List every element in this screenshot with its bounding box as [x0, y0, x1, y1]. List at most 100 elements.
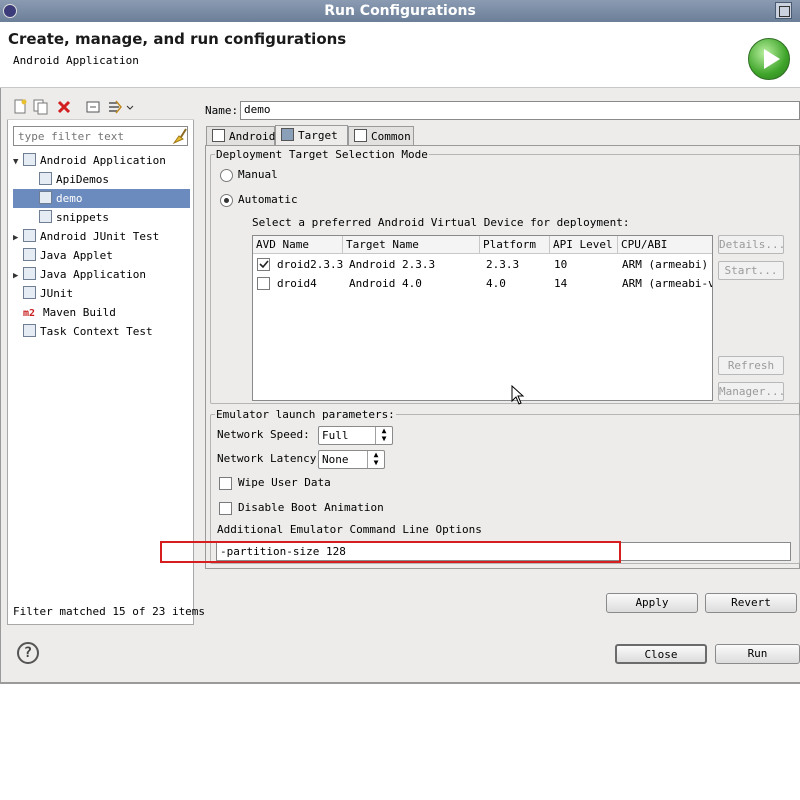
- common-tab-icon: [354, 129, 367, 142]
- tree-item-label: demo: [56, 192, 83, 205]
- filter-status: Filter matched 15 of 23 items: [13, 605, 206, 618]
- maven-icon: m2: [23, 308, 36, 319]
- details-button[interactable]: Details...: [718, 235, 785, 254]
- wipe-user-data-label: Wipe User Data: [238, 476, 331, 489]
- tree-item-label: Java Application: [40, 268, 146, 281]
- tree-item[interactable]: ▼ Android Application: [13, 151, 190, 170]
- disable-boot-animation-label: Disable Boot Animation: [238, 501, 384, 514]
- table-row[interactable]: droid4 Android 4.0 4.0 14 ARM (armeabi-v…: [253, 274, 713, 293]
- manager-button[interactable]: Manager...: [718, 382, 785, 401]
- android-tab-icon: [212, 129, 225, 142]
- revert-button[interactable]: Revert: [705, 593, 797, 613]
- help-icon[interactable]: ?: [17, 642, 39, 664]
- configuration-tree: ▼ Android Application ApiDemos demo snippets…: [13, 151, 190, 341]
- avd-checkbox[interactable]: [257, 258, 270, 271]
- manual-radio[interactable]: [220, 169, 233, 182]
- task-context-icon: [23, 324, 36, 337]
- tree-item[interactable]: JUnit: [13, 284, 190, 303]
- wipe-user-data-checkbox[interactable]: [219, 477, 232, 490]
- target-tab-icon: [281, 128, 294, 141]
- window-title: Run Configurations: [324, 3, 476, 19]
- name-label: Name:: [205, 104, 239, 117]
- tree-item[interactable]: demo: [13, 189, 190, 208]
- delete-icon[interactable]: [56, 99, 74, 117]
- avd-table: AVD Name Target Name Platform API Level …: [252, 235, 713, 401]
- network-latency-label: Network Latency:: [217, 452, 323, 465]
- col-avd-name[interactable]: AVD Name: [253, 236, 343, 254]
- avd-platform: 4.0: [486, 277, 506, 290]
- disable-boot-animation-checkbox[interactable]: [219, 502, 232, 515]
- avd-cpu: ARM (armeabi-v7: [622, 277, 713, 290]
- tree-item-label: Android JUnit Test: [40, 230, 160, 243]
- collapse-all-icon[interactable]: [85, 99, 103, 117]
- dialog-banner: Create, manage, and run configurations A…: [0, 22, 800, 88]
- filter-menu-icon[interactable]: [107, 99, 135, 117]
- chevron-updown-icon: ▲ ▼: [375, 427, 392, 444]
- mouse-cursor-icon: [511, 384, 525, 405]
- tab-android[interactable]: Android: [206, 126, 275, 145]
- name-input[interactable]: demo: [240, 101, 800, 120]
- tree-item[interactable]: m2 Maven Build: [13, 303, 190, 322]
- junit-icon: [23, 286, 36, 299]
- avd-target: Android 2.3.3: [349, 258, 436, 271]
- cmdline-options-label: Additional Emulator Command Line Options: [217, 523, 482, 536]
- android-config-icon: [39, 210, 52, 223]
- android-app-icon: [23, 153, 36, 166]
- avd-api: 14: [554, 277, 568, 290]
- left-toolbar: [7, 96, 194, 120]
- banner-title: Create, manage, and run configurations: [8, 30, 347, 48]
- col-platform[interactable]: Platform: [480, 236, 550, 254]
- run-icon: [748, 38, 790, 80]
- col-target-name[interactable]: Target Name: [343, 236, 480, 254]
- tree-item[interactable]: ▶ Android JUnit Test: [13, 227, 190, 246]
- avd-platform: 2.3.3: [486, 258, 520, 271]
- tree-item-label: Android Application: [40, 154, 166, 167]
- manual-label: Manual: [238, 168, 278, 181]
- new-config-icon[interactable]: [12, 99, 30, 117]
- run-button[interactable]: Run: [715, 644, 800, 664]
- table-row[interactable]: droid2.3.3 Android 2.3.3 2.3.3 10 ARM (a…: [253, 255, 712, 274]
- deployment-group-label: Deployment Target Selection Mode: [215, 148, 429, 161]
- tree-item-label: snippets: [56, 211, 109, 224]
- network-latency-select[interactable]: None ▲ ▼: [318, 450, 385, 469]
- android-config-icon: [39, 191, 52, 204]
- start-button[interactable]: Start...: [718, 261, 784, 280]
- avd-api: 10: [554, 258, 568, 271]
- automatic-radio[interactable]: [220, 194, 233, 207]
- col-cpu-abi[interactable]: CPU/ABI: [618, 236, 712, 254]
- tab-common[interactable]: Common: [348, 126, 414, 145]
- network-speed-select[interactable]: Full ▲ ▼: [318, 426, 393, 445]
- tree-item-label: Task Context Test: [40, 325, 153, 338]
- tree-item-label: JUnit: [40, 287, 74, 300]
- java-app-icon: [23, 267, 36, 280]
- clear-filter-icon[interactable]: [171, 127, 187, 145]
- apply-button[interactable]: Apply: [606, 593, 698, 613]
- junit-icon: [23, 229, 36, 242]
- chevron-updown-icon: ▲ ▼: [367, 451, 384, 468]
- tree-item[interactable]: ▶ Java Application: [13, 265, 190, 284]
- emulator-group-label: Emulator launch parameters:: [215, 408, 396, 421]
- avd-target: Android 4.0: [349, 277, 422, 290]
- tree-item[interactable]: Task Context Test: [13, 322, 190, 341]
- tree-item-label: Maven Build: [43, 306, 116, 319]
- title-bar[interactable]: Run Configurations: [0, 0, 800, 22]
- banner-subtitle: Android Application: [13, 54, 139, 67]
- tree-item[interactable]: ApiDemos: [13, 170, 190, 189]
- avd-name: droid4: [277, 277, 317, 290]
- avd-name: droid2.3.3: [277, 258, 344, 271]
- duplicate-icon[interactable]: [33, 99, 51, 117]
- avd-cpu: ARM (armeabi): [622, 258, 709, 271]
- close-button[interactable]: Close: [615, 644, 707, 664]
- avd-checkbox[interactable]: [257, 277, 270, 290]
- tree-item[interactable]: Java Applet: [13, 246, 190, 265]
- tree-item-label: Java Applet: [40, 249, 113, 262]
- tree-item-label: ApiDemos: [56, 173, 109, 186]
- tab-target[interactable]: Target: [275, 125, 348, 145]
- refresh-button[interactable]: Refresh: [718, 356, 784, 375]
- filter-input[interactable]: [13, 126, 188, 146]
- maximize-button[interactable]: [775, 2, 792, 19]
- highlight-annotation: [160, 541, 621, 563]
- tree-item[interactable]: snippets: [13, 208, 190, 227]
- chevron-down-icon[interactable]: ▼: [13, 153, 23, 172]
- col-api-level[interactable]: API Level: [550, 236, 618, 254]
